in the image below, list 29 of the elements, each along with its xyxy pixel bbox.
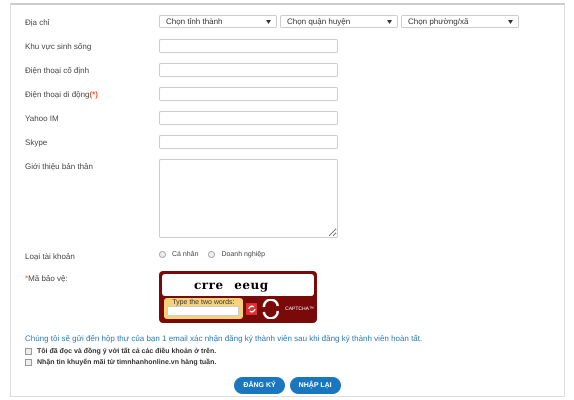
field-label: Điện thoại cố định <box>25 65 90 75</box>
notice-text: Chúng tôi sẽ gửi đến hộp thư của bạn 1 email xác nhận đăng ký thành viên sau khi đăng ký thành viên hoàn tất. <box>25 334 424 343</box>
input-field[interactable] <box>159 87 338 101</box>
reload-icon[interactable] <box>246 302 258 314</box>
input-field[interactable] <box>159 39 338 53</box>
field-label: Loại tài khoản <box>25 251 76 261</box>
caret-icon <box>387 20 392 24</box>
captcha-words: crre eeug <box>162 274 314 296</box>
caret-icon <box>266 20 271 24</box>
dropdown[interactable]: Chọn quận huyện <box>280 15 398 28</box>
field-label: Khu vực sinh sống <box>25 41 92 51</box>
caret-icon <box>508 20 513 24</box>
dropdown[interactable]: Chọn phường/xã <box>401 15 519 28</box>
input-field[interactable] <box>159 63 338 77</box>
field-label: Địa chỉ <box>25 17 50 27</box>
radio-button[interactable] <box>159 251 166 258</box>
dropdown[interactable]: Chọn tỉnh thành <box>159 15 277 28</box>
text-area[interactable] <box>159 159 338 238</box>
field-label: Skype <box>25 137 48 147</box>
captcha-input[interactable] <box>167 306 240 316</box>
field-label: *Mã bảo vệ: <box>25 273 69 283</box>
checkbox[interactable] <box>25 348 32 355</box>
checkbox[interactable] <box>25 359 32 366</box>
field-label: Yahoo IM <box>25 113 60 123</box>
radio-button[interactable] <box>208 251 216 258</box>
field-label: Điện thoại di động(*) <box>25 89 99 99</box>
input-field[interactable] <box>159 135 338 149</box>
field-label: Giới thiệu bản thân <box>25 161 94 171</box>
input-field[interactable] <box>159 111 338 125</box>
